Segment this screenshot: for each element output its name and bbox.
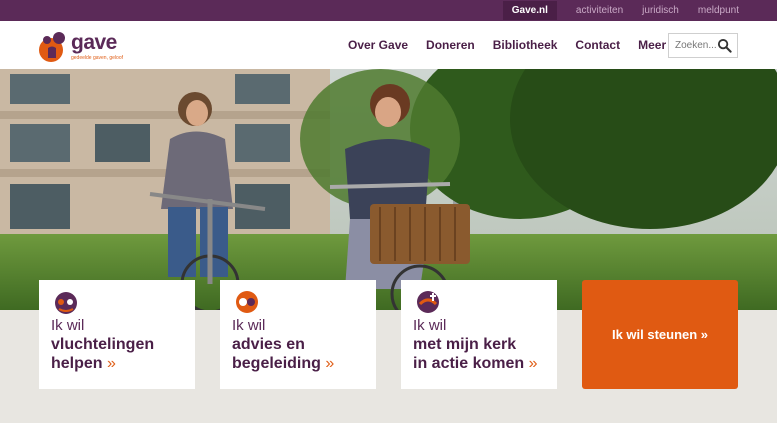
card-title-line1: advies en bbox=[232, 336, 305, 353]
utility-link-juridisch[interactable]: juridisch bbox=[642, 5, 679, 16]
card-title-line1: met mijn kerk bbox=[413, 336, 517, 353]
card-title-line1: vluchtelingen bbox=[51, 336, 155, 353]
main-navigation: Over Gave Doneren Bibliotheek Contact Me… bbox=[348, 21, 692, 69]
card-title-line2: in actie komen bbox=[413, 355, 525, 372]
nav-item-meer-label: Meer bbox=[638, 38, 667, 52]
refugees-icon bbox=[55, 292, 77, 314]
card-advies-begeleiding[interactable]: Ik wil advies en begeleiding » bbox=[220, 280, 376, 389]
nav-item-bibliotheek[interactable]: Bibliotheek bbox=[493, 38, 558, 52]
logo-wordmark: gave bbox=[71, 31, 117, 54]
logo-tagline: gedeelde gaven, geloof bbox=[71, 55, 123, 61]
gave-logo[interactable]: gave gedeelde gaven, geloof bbox=[38, 30, 123, 64]
nav-item-over-gave[interactable]: Over Gave bbox=[348, 38, 408, 52]
utility-link-gave[interactable]: Gave.nl bbox=[502, 1, 557, 20]
search-input[interactable]: Zoeken... bbox=[675, 40, 717, 51]
top-utility-bar: Gave.nl activiteiten juridisch meldpunt bbox=[0, 0, 777, 21]
steunen-button[interactable]: Ik wil steunen » bbox=[582, 280, 738, 389]
advice-icon bbox=[236, 291, 258, 313]
card-arrow: » bbox=[528, 355, 538, 372]
utility-link-meldpunt[interactable]: meldpunt bbox=[698, 5, 739, 16]
logo-mark-icon bbox=[39, 32, 65, 62]
hero-photo bbox=[0, 69, 777, 310]
card-title: met mijn kerk in actie komen » bbox=[413, 335, 553, 373]
card-arrow: » bbox=[107, 355, 116, 372]
card-title: vluchtelingen helpen » bbox=[51, 335, 191, 373]
card-prefix: Ik wil bbox=[51, 317, 85, 334]
card-title: advies en begeleiding » bbox=[232, 335, 372, 373]
card-title-line2: begeleiding bbox=[232, 355, 321, 372]
nav-item-doneren[interactable]: Doneren bbox=[426, 38, 475, 52]
card-kerk-in-actie[interactable]: Ik wil met mijn kerk in actie komen » bbox=[401, 280, 557, 389]
site-header: gave gedeelde gaven, geloof Over Gave Do… bbox=[0, 21, 777, 69]
nav-item-contact[interactable]: Contact bbox=[575, 38, 620, 52]
utility-links: Gave.nl activiteiten juridisch meldpunt bbox=[502, 0, 739, 21]
utility-link-activiteiten[interactable]: activiteiten bbox=[576, 5, 623, 16]
search-icon[interactable] bbox=[717, 38, 732, 53]
card-arrow: » bbox=[325, 355, 335, 372]
hero-image-women-cycling bbox=[0, 69, 777, 310]
church-icon bbox=[417, 291, 439, 313]
card-prefix: Ik wil bbox=[232, 317, 266, 334]
card-title-line2: helpen bbox=[51, 355, 103, 372]
search-box[interactable]: Zoeken... bbox=[668, 33, 738, 58]
card-vluchtelingen-helpen[interactable]: Ik wil vluchtelingen helpen » bbox=[39, 280, 195, 389]
card-prefix: Ik wil bbox=[413, 317, 447, 334]
steunen-button-label: Ik wil steunen » bbox=[611, 327, 709, 342]
